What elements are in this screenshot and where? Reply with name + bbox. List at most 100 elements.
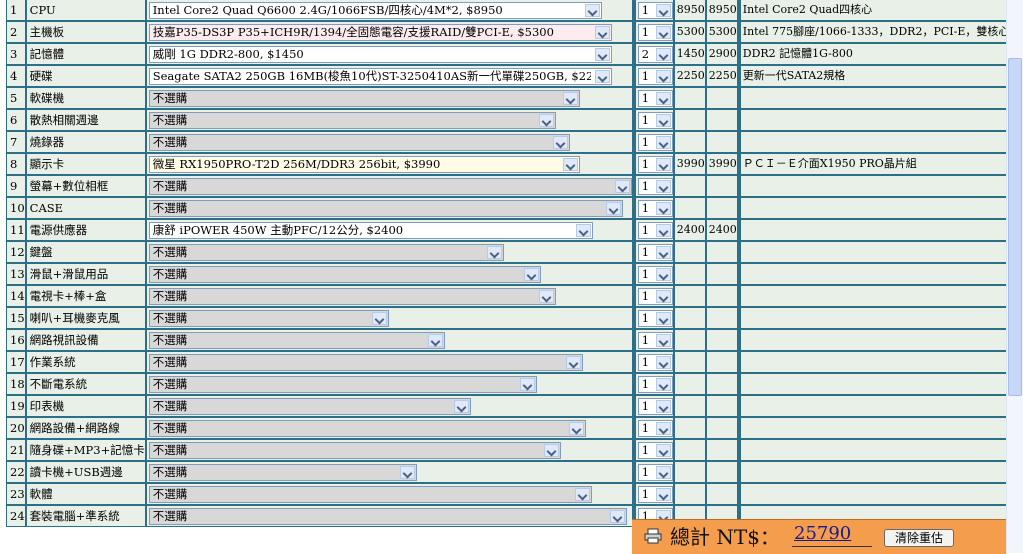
quantity-select[interactable]: 1 bbox=[637, 354, 673, 371]
quantity-select[interactable]: 2 bbox=[637, 46, 673, 63]
chevron-down-icon[interactable] bbox=[568, 422, 584, 435]
reset-button[interactable]: 清除重估 bbox=[884, 529, 954, 547]
chevron-down-icon[interactable] bbox=[543, 444, 559, 457]
chevron-down-icon[interactable] bbox=[655, 290, 671, 303]
chevron-down-icon[interactable] bbox=[486, 246, 502, 259]
quantity-select[interactable]: 1 bbox=[637, 68, 673, 85]
product-select[interactable]: Seagate SATA2 250GB 16MB(梭魚10代)ST-325041… bbox=[148, 68, 612, 85]
product-select[interactable]: 不選購 bbox=[148, 486, 592, 503]
chevron-down-icon[interactable] bbox=[614, 180, 630, 193]
chevron-down-icon[interactable] bbox=[594, 48, 610, 61]
chevron-down-icon[interactable] bbox=[575, 224, 591, 237]
quantity-select[interactable]: 1 bbox=[637, 464, 673, 481]
quantity-select[interactable]: 1 bbox=[637, 376, 673, 393]
chevron-down-icon[interactable] bbox=[609, 510, 625, 523]
chevron-down-icon[interactable] bbox=[655, 444, 671, 457]
chevron-down-icon[interactable] bbox=[552, 136, 568, 149]
chevron-down-icon[interactable] bbox=[655, 224, 671, 237]
quantity-select[interactable]: 1 bbox=[637, 266, 673, 283]
chevron-down-icon[interactable] bbox=[655, 114, 671, 127]
chevron-down-icon[interactable] bbox=[655, 48, 671, 61]
quantity-select[interactable]: 1 bbox=[637, 398, 673, 415]
chevron-down-icon[interactable] bbox=[565, 356, 581, 369]
product-select[interactable]: 康舒 iPOWER 450W 主動PFC/12公分, $2400 bbox=[148, 222, 593, 239]
chevron-down-icon[interactable] bbox=[371, 312, 387, 325]
chevron-down-icon[interactable] bbox=[562, 158, 578, 171]
quantity-select[interactable]: 1 bbox=[637, 200, 673, 217]
quantity-select[interactable]: 1 bbox=[637, 24, 673, 41]
chevron-down-icon[interactable] bbox=[655, 334, 671, 347]
product-select[interactable]: 不選購 bbox=[148, 200, 623, 217]
quantity-select[interactable]: 1 bbox=[637, 442, 673, 459]
product-select[interactable]: 微星 RX1950PRO-T2D 256M/DDR3 256bit, $3990 bbox=[148, 156, 580, 173]
chevron-down-icon[interactable] bbox=[655, 136, 671, 149]
chevron-down-icon[interactable] bbox=[594, 70, 610, 83]
chevron-down-icon[interactable] bbox=[655, 70, 671, 83]
chevron-down-icon[interactable] bbox=[399, 466, 415, 479]
chevron-down-icon[interactable] bbox=[655, 4, 671, 17]
chevron-down-icon[interactable] bbox=[453, 400, 469, 413]
chevron-down-icon[interactable] bbox=[538, 114, 554, 127]
product-select[interactable]: 技嘉P35-DS3P P35+ICH9R/1394/全固態電容/支援RAID/雙… bbox=[148, 24, 612, 41]
quantity-select[interactable]: 1 bbox=[637, 178, 673, 195]
product-select[interactable]: 不選購 bbox=[148, 464, 417, 481]
quantity-select[interactable]: 1 bbox=[637, 156, 673, 173]
product-select[interactable]: 不選購 bbox=[148, 332, 445, 349]
product-select[interactable]: 不選購 bbox=[148, 398, 471, 415]
chevron-down-icon[interactable] bbox=[523, 268, 539, 281]
chevron-down-icon[interactable] bbox=[655, 466, 671, 479]
quantity-select[interactable]: 1 bbox=[637, 486, 673, 503]
chevron-down-icon[interactable] bbox=[655, 202, 671, 215]
quantity-select[interactable]: 1 bbox=[637, 2, 673, 19]
product-select[interactable]: 不選購 bbox=[148, 442, 561, 459]
chevron-down-icon[interactable] bbox=[655, 180, 671, 193]
product-select[interactable]: 不選購 bbox=[148, 420, 586, 437]
quantity-select[interactable]: 1 bbox=[637, 420, 673, 437]
quantity-select[interactable]: 1 bbox=[637, 222, 673, 239]
chevron-down-icon[interactable] bbox=[655, 488, 671, 501]
chevron-down-icon[interactable] bbox=[605, 202, 621, 215]
category-label: 電源供應器 bbox=[29, 223, 88, 237]
product-select[interactable]: 威剛 1G DDR2-800, $1450 bbox=[148, 46, 612, 63]
chevron-down-icon[interactable] bbox=[655, 312, 671, 325]
chevron-down-icon[interactable] bbox=[655, 268, 671, 281]
quantity-select[interactable]: 1 bbox=[637, 288, 673, 305]
row-number: 15 bbox=[10, 311, 25, 325]
quantity-select[interactable]: 1 bbox=[637, 90, 673, 107]
chevron-down-icon[interactable] bbox=[655, 158, 671, 171]
product-select[interactable]: 不選購 bbox=[148, 266, 541, 283]
product-select[interactable]: 不選購 bbox=[148, 244, 504, 261]
quantity-select[interactable]: 1 bbox=[637, 310, 673, 327]
chevron-down-icon[interactable] bbox=[655, 422, 671, 435]
chevron-down-icon[interactable] bbox=[594, 26, 610, 39]
chevron-down-icon[interactable] bbox=[427, 334, 443, 347]
product-select[interactable]: 不選購 bbox=[148, 508, 627, 525]
product-select[interactable]: 不選購 bbox=[148, 310, 389, 327]
product-select[interactable]: 不選購 bbox=[148, 178, 632, 195]
product-select[interactable]: 不選購 bbox=[148, 288, 556, 305]
product-select[interactable]: 不選購 bbox=[148, 134, 570, 151]
chevron-down-icon[interactable] bbox=[655, 92, 671, 105]
scrollbar-thumb[interactable] bbox=[1008, 58, 1022, 396]
chevron-down-icon[interactable] bbox=[562, 92, 578, 105]
chevron-down-icon[interactable] bbox=[655, 400, 671, 413]
product-select[interactable]: 不選購 bbox=[148, 376, 537, 393]
vertical-scrollbar[interactable] bbox=[1006, 0, 1023, 553]
printer-icon[interactable] bbox=[644, 528, 662, 544]
chevron-down-icon[interactable] bbox=[655, 356, 671, 369]
chevron-down-icon[interactable] bbox=[519, 378, 535, 391]
chevron-down-icon[interactable] bbox=[538, 290, 554, 303]
chevron-down-icon[interactable] bbox=[655, 26, 671, 39]
chevron-down-icon[interactable] bbox=[655, 378, 671, 391]
product-select[interactable]: 不選購 bbox=[148, 90, 580, 107]
quantity-select[interactable]: 1 bbox=[637, 134, 673, 151]
quantity-select[interactable]: 1 bbox=[637, 112, 673, 129]
chevron-down-icon[interactable] bbox=[574, 488, 590, 501]
product-select[interactable]: 不選購 bbox=[148, 112, 556, 129]
quantity-select[interactable]: 1 bbox=[637, 332, 673, 349]
chevron-down-icon[interactable] bbox=[655, 246, 671, 259]
product-select[interactable]: Intel Core2 Quad Q6600 2.4G/1066FSB/四核心/… bbox=[148, 2, 602, 19]
chevron-down-icon[interactable] bbox=[584, 4, 600, 17]
quantity-select[interactable]: 1 bbox=[637, 244, 673, 261]
product-select[interactable]: 不選購 bbox=[148, 354, 583, 371]
